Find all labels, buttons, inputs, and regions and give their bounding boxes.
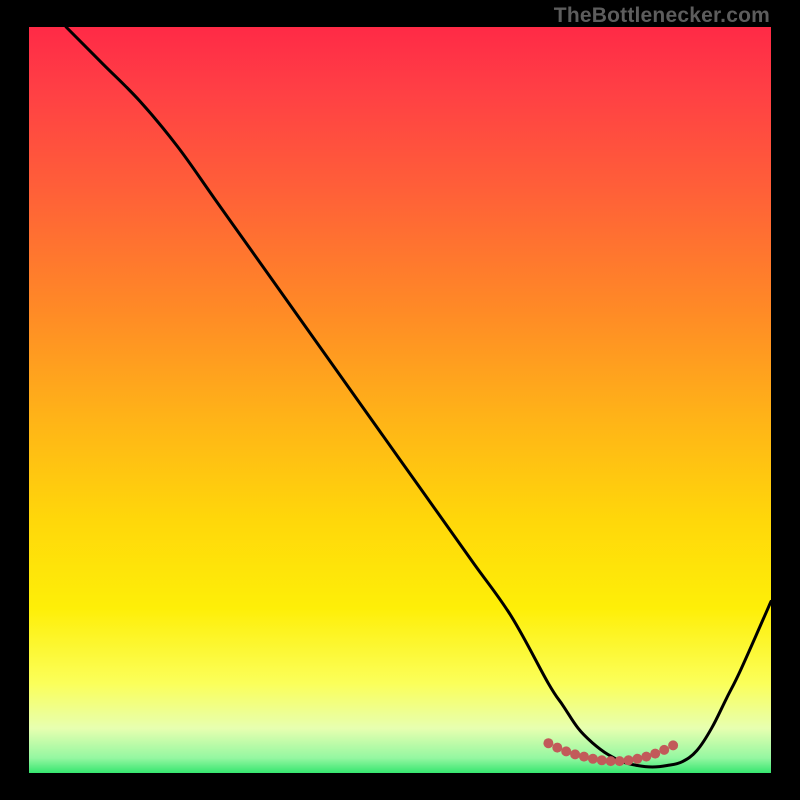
plot-area — [29, 27, 771, 773]
marker-dot — [650, 749, 660, 759]
marker-dot — [624, 755, 634, 765]
marker-dot — [543, 738, 553, 748]
marker-dot — [632, 754, 642, 764]
bottleneck-curve — [66, 27, 771, 767]
marker-dot — [659, 745, 669, 755]
attribution-label: TheBottlenecker.com — [554, 4, 770, 28]
marker-dot — [561, 746, 571, 756]
marker-dot — [570, 749, 580, 759]
marker-dot — [615, 756, 625, 766]
marker-dot — [579, 752, 589, 762]
chart-frame: TheBottlenecker.com — [0, 0, 800, 800]
flat-zone-markers — [543, 738, 678, 766]
bottleneck-curve-svg — [29, 27, 771, 773]
marker-dot — [552, 743, 562, 753]
marker-dot — [641, 752, 651, 762]
marker-dot — [668, 740, 678, 750]
marker-dot — [588, 754, 598, 764]
marker-dot — [606, 756, 616, 766]
marker-dot — [597, 755, 607, 765]
